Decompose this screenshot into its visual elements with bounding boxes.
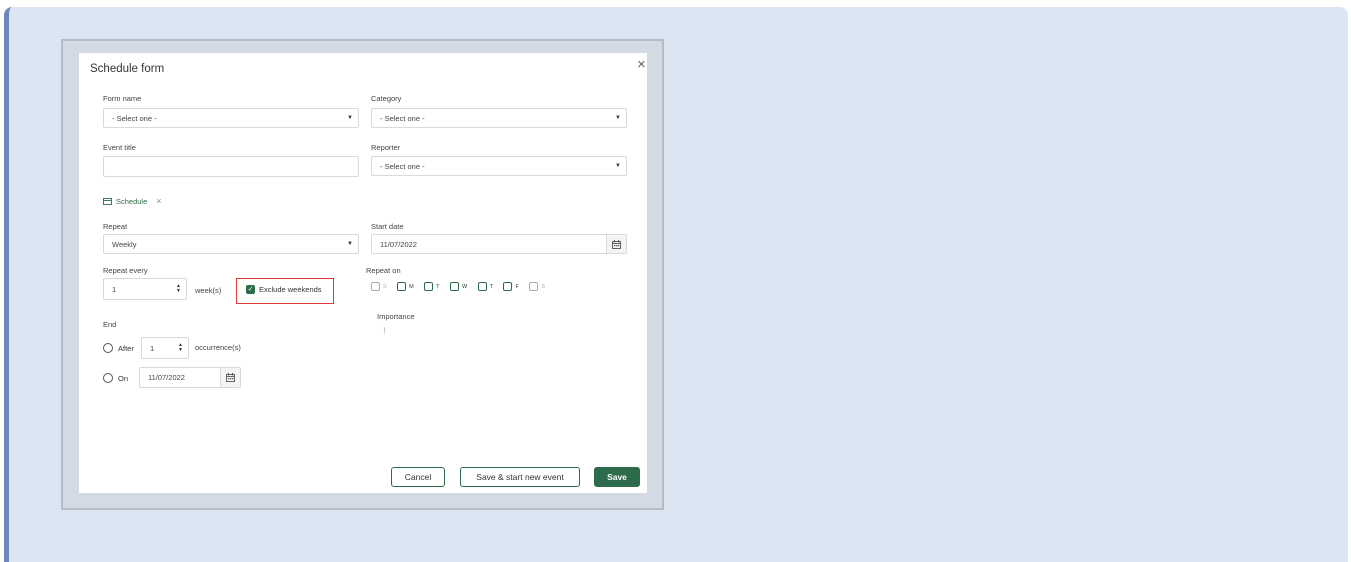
occurrence-value: 1 <box>150 343 155 353</box>
start-date-input[interactable]: 11/07/2022 <box>371 234 627 254</box>
category-value: - Select one - <box>380 113 425 123</box>
form-name-label: Form name <box>103 94 142 103</box>
remove-schedule-icon[interactable]: × <box>156 196 161 206</box>
day-thursday[interactable]: T <box>477 282 494 291</box>
dialog-title: Schedule form <box>90 63 165 75</box>
repeat-on-days: S M T W T F S <box>371 278 551 296</box>
end-after-label: After <box>118 343 134 353</box>
spinner-arrows-icon[interactable]: ▲ ▼ <box>176 284 181 294</box>
calendar-icon[interactable] <box>220 368 240 387</box>
chevron-down-icon: ▼ <box>347 115 353 121</box>
schedule-tag-label: Schedule <box>116 196 148 206</box>
checkbox-icon <box>450 282 459 291</box>
reporter-select[interactable]: - Select one - ▼ <box>371 156 627 176</box>
occurrence-stepper[interactable]: 1 ▲ ▼ <box>141 337 189 359</box>
checkbox-icon <box>503 282 513 291</box>
checkbox-icon <box>477 282 487 291</box>
end-date-value: 11/07/2022 <box>148 373 185 382</box>
schedule-form-dialog: Schedule form × Form name - Select one -… <box>79 53 647 493</box>
day-letter: S <box>541 283 545 290</box>
event-title-input[interactable] <box>103 156 359 177</box>
repeat-every-unit: week(s) <box>195 286 222 295</box>
checkbox-icon <box>529 282 539 291</box>
day-letter: T <box>489 283 494 290</box>
calendar-icon <box>103 197 112 205</box>
day-letter: T <box>436 283 440 290</box>
repeat-on-label: Repeat on <box>366 266 401 275</box>
end-on-label: On <box>118 373 129 383</box>
chevron-down-icon: ▼ <box>615 115 621 121</box>
day-tuesday[interactable]: T <box>424 282 440 291</box>
checkbox-icon <box>397 282 407 291</box>
day-wednesday[interactable]: W <box>450 282 467 291</box>
occurrence-unit: occurrence(s) <box>195 343 241 352</box>
schedule-tag: Schedule × <box>103 196 162 206</box>
exclude-weekends-label: Exclude weekends <box>259 285 322 294</box>
chevron-down-icon: ▼ <box>615 163 621 169</box>
save-button[interactable]: Save <box>594 467 640 487</box>
day-letter: F <box>515 283 519 290</box>
repeat-value: Weekly <box>112 239 137 249</box>
day-letter: S <box>383 283 387 290</box>
repeat-select[interactable]: Weekly ▼ <box>103 234 359 254</box>
exclamation-icon[interactable]: ! <box>383 326 386 336</box>
radio-icon[interactable] <box>103 343 113 353</box>
close-icon[interactable]: × <box>637 57 646 72</box>
event-title-label: Event title <box>103 143 136 152</box>
checkbox-icon <box>371 282 380 291</box>
cancel-button[interactable]: Cancel <box>391 467 445 487</box>
spinner-arrows-icon[interactable]: ▲ ▼ <box>178 343 183 353</box>
day-saturday[interactable]: S <box>529 282 545 291</box>
exclude-weekends-checkbox[interactable]: ✓ Exclude weekends <box>246 285 322 294</box>
day-monday[interactable]: M <box>397 282 414 291</box>
day-letter: W <box>462 283 468 290</box>
repeat-every-stepper[interactable]: 1 ▲ ▼ <box>103 278 187 300</box>
reporter-value: - Select one - <box>380 161 425 171</box>
calendar-icon[interactable] <box>606 235 626 253</box>
end-label: End <box>103 320 117 329</box>
day-friday[interactable]: F <box>503 282 519 291</box>
end-date-input[interactable]: 11/07/2022 <box>139 367 241 388</box>
repeat-every-label: Repeat every <box>103 266 148 275</box>
category-select[interactable]: - Select one - ▼ <box>371 108 627 128</box>
checkbox-icon <box>424 282 434 291</box>
start-date-label: Start date <box>371 222 404 231</box>
category-label: Category <box>371 94 402 103</box>
day-sunday[interactable]: S <box>371 282 387 291</box>
chevron-down-icon: ▼ <box>347 241 353 247</box>
start-date-value: 11/07/2022 <box>380 239 417 249</box>
reporter-label: Reporter <box>371 143 401 152</box>
end-after-option[interactable]: After <box>103 343 134 353</box>
form-name-select[interactable]: - Select one - ▼ <box>103 108 359 128</box>
day-letter: M <box>409 283 414 290</box>
end-on-option[interactable]: On <box>103 373 128 383</box>
repeat-label: Repeat <box>103 222 128 231</box>
radio-icon[interactable] <box>103 373 113 383</box>
checkmark-icon: ✓ <box>246 285 255 294</box>
repeat-every-value: 1 <box>112 284 117 294</box>
importance-label: Importance <box>377 312 415 321</box>
form-name-value: - Select one - <box>112 113 157 123</box>
save-and-start-new-event-button[interactable]: Save & start new event <box>460 467 580 487</box>
